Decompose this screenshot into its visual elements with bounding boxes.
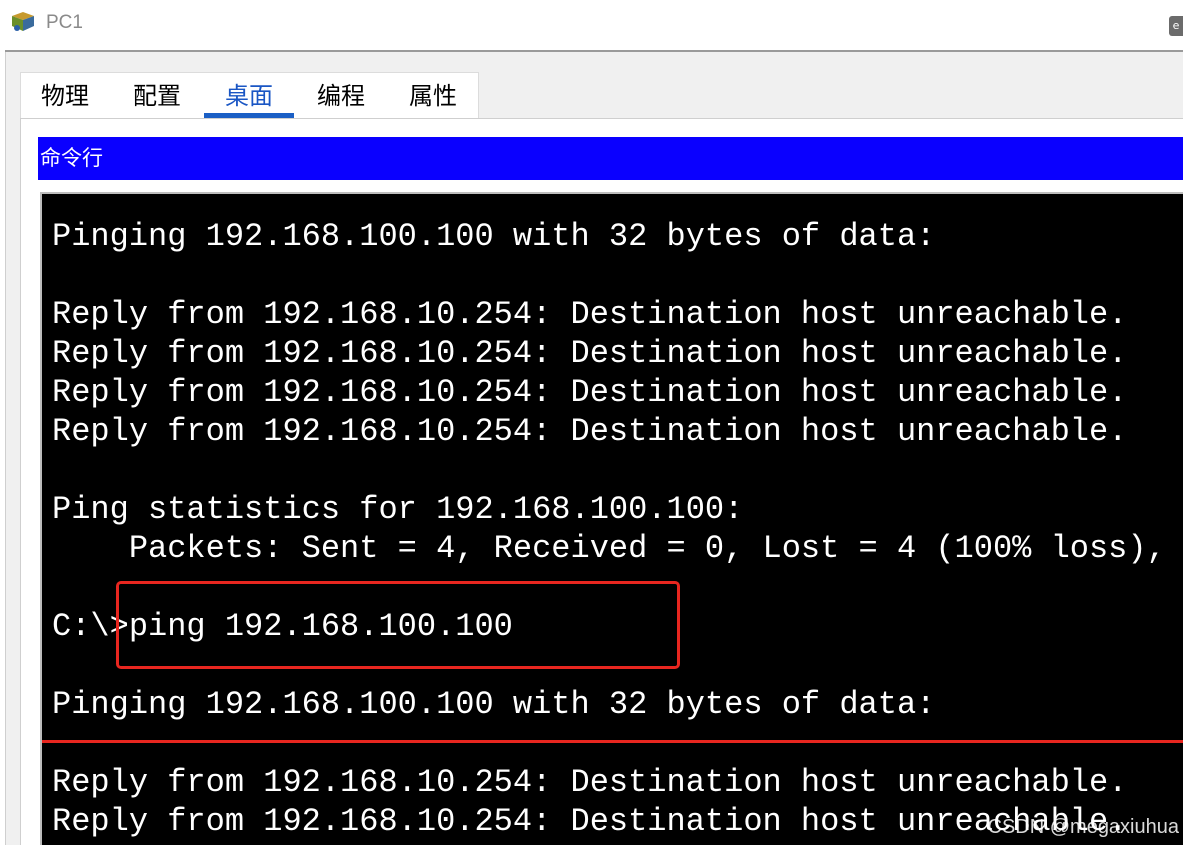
terminal-line: Pinging 192.168.100.100 with 32 bytes of…	[52, 218, 936, 255]
command-prompt-terminal[interactable]: Pinging 192.168.100.100 with 32 bytes of…	[40, 192, 1183, 845]
command-prompt-header: 命令行	[38, 137, 1183, 180]
terminal-line: Reply from 192.168.10.254: Destination h…	[52, 413, 1128, 450]
title-bar-button[interactable]: e	[1169, 16, 1183, 36]
pc1-window: PC1 e 物理 配置 桌面 编程 属性 命令行 Pinging 192.168…	[0, 0, 1183, 845]
terminal-line: Pinging 192.168.100.100 with 32 bytes of…	[52, 686, 936, 723]
tab-bar: 物理 配置 桌面 编程 属性	[20, 72, 479, 119]
packet-tracer-pc-icon	[9, 10, 37, 34]
tab-physical[interactable]: 物理	[34, 79, 96, 113]
terminal-line: Reply from 192.168.10.254: Destination h…	[52, 335, 1128, 372]
tab-desktop[interactable]: 桌面	[218, 79, 280, 113]
title-bar: PC1 e	[0, 0, 1183, 50]
terminal-line: Packets: Sent = 4, Received = 0, Lost = …	[52, 530, 1166, 567]
tab-attributes[interactable]: 属性	[402, 79, 464, 113]
terminal-line: Reply from 192.168.10.254: Destination h…	[52, 296, 1128, 333]
tab-config[interactable]: 配置	[126, 79, 188, 113]
tab-programming[interactable]: 编程	[310, 79, 372, 113]
terminal-line: Ping statistics for 192.168.100.100:	[52, 491, 744, 528]
terminal-line: Reply from 192.168.10.254: Destination h…	[52, 374, 1128, 411]
ping-command-highlight	[116, 581, 680, 669]
window-title: PC1	[46, 12, 83, 33]
csdn-watermark: CSDN @megaxiuhua	[987, 816, 1180, 838]
command-prompt-title: 命令行	[40, 146, 103, 170]
